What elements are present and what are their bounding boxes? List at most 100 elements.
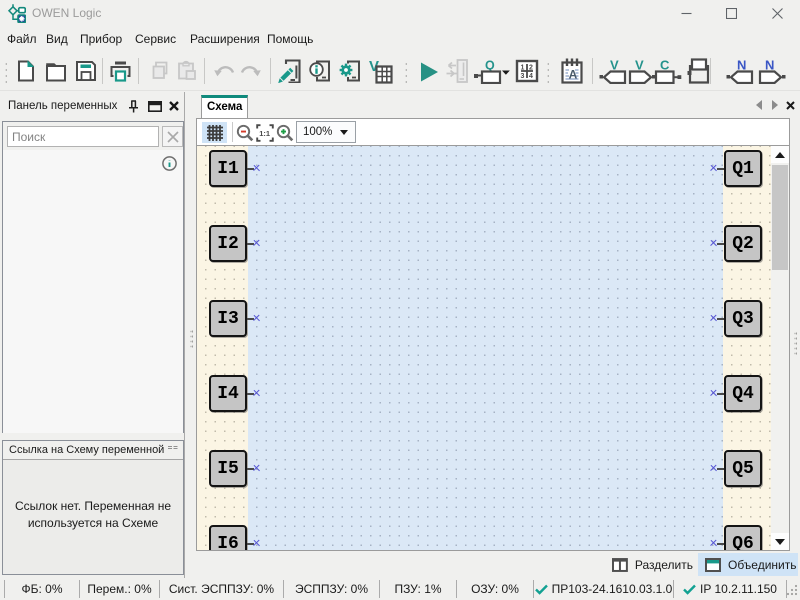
device-configuration-button[interactable] [338, 59, 362, 83]
scroll-up-button[interactable] [771, 146, 789, 163]
save-project-button[interactable] [74, 59, 98, 83]
pin-panel-button[interactable] [124, 97, 142, 115]
search-input[interactable] [7, 126, 159, 147]
upload-to-device-button[interactable] [445, 59, 469, 83]
toolbar-grip[interactable] [544, 59, 549, 83]
zoom-level-dropdown[interactable]: 100% [296, 121, 356, 143]
menu-view[interactable]: Вид [46, 32, 68, 46]
network-output-block-button[interactable]: N [758, 59, 786, 83]
input-variable-block-button[interactable]: V [599, 59, 627, 83]
toggle-grid-button[interactable] [202, 122, 227, 143]
schema-canvas[interactable]: I1 I2 I3 I4 I5 I6 Q1 Q2 Q3 Q4 Q5 Q6 [197, 146, 789, 550]
input-block-I1[interactable]: I1 [209, 150, 247, 187]
connection-point[interactable] [253, 390, 260, 397]
output-block-Q1[interactable]: Q1 [724, 150, 762, 187]
connection-point[interactable] [710, 465, 717, 472]
menu-help[interactable]: Помощь [267, 32, 313, 46]
redo-button[interactable] [238, 59, 262, 83]
search-clear-button[interactable] [162, 126, 183, 147]
svg-text:2: 2 [529, 65, 533, 72]
dropdown-arrow-icon [340, 130, 348, 135]
connection-point[interactable] [710, 240, 717, 247]
zoom-original-button[interactable]: 1:1 [255, 122, 274, 143]
zoom-in-button[interactable] [275, 122, 294, 143]
minimize-button[interactable] [669, 0, 703, 26]
menu-extensions[interactable]: Расширения [190, 32, 260, 46]
menu-device[interactable]: Прибор [80, 32, 122, 46]
toolbar-grip[interactable] [402, 59, 407, 83]
output-block-Q4[interactable]: Q4 [724, 375, 762, 412]
maximize-button[interactable] [714, 0, 748, 26]
close-button[interactable] [760, 0, 794, 26]
connection-point[interactable] [710, 390, 717, 397]
split-view-button[interactable]: Разделить [605, 553, 693, 576]
grid-icon [207, 125, 223, 141]
connection-point[interactable] [253, 315, 260, 322]
undo-button[interactable] [213, 59, 237, 83]
status-vars-label: Перем.: 0% [87, 582, 151, 596]
status-rom: ПЗУ: 1% [379, 580, 456, 598]
restore-panel-button[interactable] [146, 97, 164, 115]
merge-view-button[interactable]: Объединить [698, 553, 798, 576]
tab-scroll-left-button[interactable] [752, 98, 766, 112]
tab-scroll-right-button[interactable] [768, 98, 782, 112]
output-block-Q5[interactable]: Q5 [724, 450, 762, 487]
toolbar-grip[interactable] [2, 59, 7, 83]
device-information-button[interactable] [308, 59, 332, 83]
copy-button[interactable] [148, 59, 172, 83]
scrollbar-thumb[interactable] [772, 165, 788, 270]
constant-block-button[interactable]: C [654, 59, 682, 83]
connection-point[interactable] [710, 165, 717, 172]
svg-text:1:1: 1:1 [259, 129, 270, 138]
output-block-Q2[interactable]: Q2 [724, 225, 762, 262]
input-block-I3[interactable]: I3 [209, 300, 247, 337]
output-block-Q6[interactable]: Q6 [724, 525, 762, 550]
input-block-I4[interactable]: I4 [209, 375, 247, 412]
paste-button[interactable] [174, 59, 198, 83]
connection-point[interactable] [253, 540, 260, 547]
constants-calendar-icon: A [560, 58, 584, 84]
menu-service[interactable]: Сервис [135, 32, 176, 46]
network-input-block-button[interactable]: N [726, 59, 754, 83]
input-block-I6[interactable]: I6 [209, 525, 247, 550]
copy-icon [149, 60, 171, 82]
vertical-scrollbar[interactable] [771, 146, 789, 550]
online-editor-button[interactable] [278, 59, 302, 83]
tab-schema[interactable]: Схема [201, 95, 248, 118]
output-block-Q3[interactable]: Q3 [724, 300, 762, 337]
new-document-button[interactable] [14, 59, 38, 83]
toolbar-separator [710, 58, 711, 84]
info-icon[interactable] [162, 156, 177, 171]
status-device-model: ПР103-24.1610.03.1.0 [533, 580, 673, 598]
connection-point[interactable] [710, 315, 717, 322]
connection-point[interactable] [710, 540, 717, 547]
resize-grip[interactable] [786, 584, 798, 596]
link-section-menu-icon[interactable] [168, 445, 178, 453]
zoom-out-button[interactable] [235, 122, 254, 143]
display-matrix-button[interactable]: 1 2 3 4 [515, 59, 539, 83]
menu-file[interactable]: Файл [7, 32, 37, 46]
left-splitter[interactable] [186, 92, 196, 578]
svg-text:A: A [569, 68, 578, 82]
output-block-menu-button[interactable]: Q [472, 59, 510, 83]
connection-point[interactable] [253, 240, 260, 247]
start-simulation-button[interactable] [416, 59, 440, 83]
close-panel-button[interactable] [165, 97, 183, 115]
open-project-button[interactable] [44, 59, 68, 83]
input-block-I2[interactable]: I2 [209, 225, 247, 262]
constants-calendar-button[interactable]: A [560, 59, 584, 83]
connection-point[interactable] [253, 165, 260, 172]
input-block-I5[interactable]: I5 [209, 450, 247, 487]
variables-list[interactable] [3, 150, 183, 433]
print-button[interactable] [108, 59, 132, 83]
tab-close-button[interactable] [783, 98, 797, 112]
scroll-down-button[interactable] [771, 533, 789, 550]
connection-point[interactable] [253, 465, 260, 472]
macro-block-button[interactable] [685, 59, 711, 83]
variables-table-button[interactable]: V [369, 59, 393, 83]
output-variable-block-button[interactable]: V [628, 59, 656, 83]
variables-panel: Панель переменных [0, 92, 185, 578]
toolbar-separator [270, 58, 271, 84]
right-splitter[interactable] [790, 92, 800, 578]
canvas-grid-field[interactable] [248, 146, 723, 550]
